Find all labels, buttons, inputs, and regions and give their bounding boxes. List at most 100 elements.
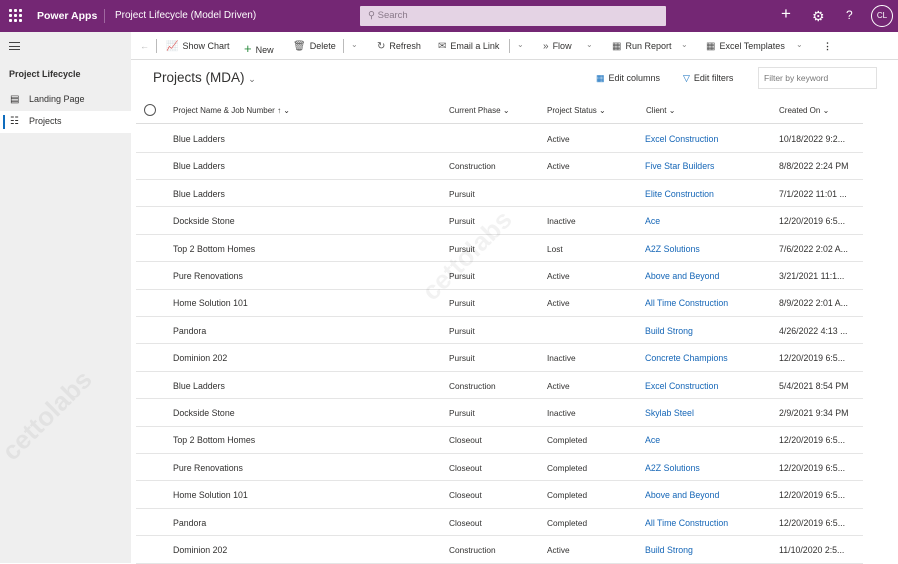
column-header-project-status[interactable]: Project Status ⌄ [547, 106, 606, 115]
flow-label: Flow [552, 41, 572, 51]
flow-button[interactable]: » Flow [543, 41, 572, 52]
project-name[interactable]: Dominion 202 [173, 353, 227, 363]
created-on: 12/20/2019 6:5... [779, 216, 846, 227]
back-icon[interactable]: ← [140, 41, 149, 51]
column-header-project-name[interactable]: Project Name & Job Number ↑ ⌄ [173, 106, 290, 115]
delete-button[interactable]: 🗑 Delete [293, 41, 336, 52]
client-link[interactable]: All Time Construction [645, 298, 728, 308]
new-button[interactable]: + New [244, 41, 274, 56]
client-link[interactable]: Ace [645, 435, 660, 445]
project-name[interactable]: Pure Renovations [173, 463, 243, 473]
project-name[interactable]: Top 2 Bottom Homes [173, 435, 255, 445]
table-row[interactable]: Dominion 202 Construction Active Build Stro… [136, 536, 863, 564]
page-title: Projects (MDA) [153, 70, 245, 85]
project-name[interactable]: Home Solution 101 [173, 490, 248, 500]
client-link[interactable]: A2Z Solutions [645, 244, 700, 254]
created-on: 3/21/2021 11:1... [779, 271, 845, 281]
grid-header: Project Name & Job Number ↑ ⌄ Current Ph… [136, 98, 863, 124]
column-header-created-on[interactable]: Created On ⌄ [779, 106, 829, 115]
project-status: Inactive [547, 216, 576, 227]
client-link[interactable]: Build Strong [645, 326, 693, 336]
current-phase: Closeout [449, 490, 482, 501]
project-name[interactable]: Blue Ladders [173, 134, 225, 144]
table-row[interactable]: Blue Ladders Construction Active Excel Cons… [136, 372, 863, 400]
plus-icon[interactable]: + [781, 4, 791, 24]
view-selector[interactable]: Projects (MDA) ⌄ [153, 70, 256, 85]
table-row[interactable]: Blue Ladders Construction Active Five Star … [136, 152, 863, 180]
show-chart-button[interactable]: 📈 Show Chart [166, 41, 229, 52]
chevron-down-icon[interactable]: ⌄ [586, 40, 593, 49]
client-link[interactable]: Elite Construction [645, 189, 714, 199]
hamburger-icon[interactable] [9, 42, 20, 53]
help-icon[interactable]: ? [846, 8, 853, 22]
project-name[interactable]: Pandora [173, 326, 206, 336]
project-name[interactable]: Dockside Stone [173, 216, 235, 226]
project-name[interactable]: Blue Ladders [173, 161, 225, 171]
client-link[interactable]: Excel Construction [645, 381, 718, 391]
brand-name[interactable]: Power Apps [37, 10, 97, 22]
client-link[interactable]: Ace [645, 216, 660, 226]
table-row[interactable]: Blue Ladders Active Excel Construction 10/1… [136, 125, 863, 153]
gear-icon[interactable]: ⚙ [812, 8, 825, 25]
client-link[interactable]: Skylab Steel [645, 408, 694, 418]
filter-keyword-input[interactable]: Filter by keyword [758, 67, 877, 89]
table-row[interactable]: Pure Renovations Pursuit Active Above and B… [136, 262, 863, 290]
table-row[interactable]: Dominion 202 Pursuit Inactive Concrete Cham… [136, 344, 863, 372]
refresh-button[interactable]: ↻ Refresh [377, 41, 421, 52]
app-title[interactable]: Project Lifecycle (Model Driven) [115, 10, 256, 21]
project-status: Inactive [547, 353, 576, 364]
table-row[interactable]: Dockside Stone Pursuit Inactive Skylab Stee… [136, 399, 863, 427]
email-link-button[interactable]: ✉ Email a Link [438, 41, 499, 52]
search-input[interactable]: ⚲ Search [360, 6, 666, 26]
table-row[interactable]: Pure Renovations Closeout Completed A2Z Sol… [136, 454, 863, 482]
column-label: Client [646, 106, 667, 115]
edit-columns-button[interactable]: ▦ Edit columns [596, 73, 660, 84]
project-name[interactable]: Dominion 202 [173, 545, 227, 555]
table-row[interactable]: Home Solution 101 Pursuit Active All Time C… [136, 289, 863, 317]
excel-templates-button[interactable]: ▦ Excel Templates [706, 41, 785, 52]
client-link[interactable]: Five Star Builders [645, 161, 714, 171]
project-name[interactable]: Pandora [173, 518, 206, 528]
chevron-down-icon[interactable]: ⌄ [796, 40, 803, 49]
client-link[interactable]: Above and Beyond [645, 271, 719, 281]
project-status: Inactive [547, 408, 576, 418]
project-name[interactable]: Top 2 Bottom Homes [173, 244, 255, 254]
client-link[interactable]: Above and Beyond [645, 490, 719, 500]
current-phase: Pursuit [449, 298, 475, 309]
client-link[interactable]: A2Z Solutions [645, 463, 700, 473]
chevron-down-icon[interactable]: ⌄ [351, 40, 358, 49]
column-header-client[interactable]: Client ⌄ [646, 106, 675, 115]
client-link[interactable]: Build Strong [645, 545, 693, 555]
client-link[interactable]: Excel Construction [645, 134, 718, 144]
client-link[interactable]: All Time Construction [645, 518, 728, 528]
client-link[interactable]: Concrete Champions [645, 353, 728, 363]
more-icon[interactable]: ⋮ [823, 41, 832, 52]
sidebar-item-projects[interactable]: ☷ Projects [0, 111, 131, 133]
project-name[interactable]: Pure Renovations [173, 271, 243, 281]
project-name[interactable]: Blue Ladders [173, 381, 225, 391]
sidebar: Project Lifecycle ▤ Landing Page ☷ Project… [0, 32, 131, 563]
divider [343, 39, 344, 53]
project-status: Completed [547, 517, 588, 528]
project-name[interactable]: Home Solution 101 [173, 298, 248, 308]
table-row[interactable]: Top 2 Bottom Homes Closeout Completed Ace 12… [136, 426, 863, 454]
table-row[interactable]: Pandora Pursuit Build Strong 4/26/2022 4:13… [136, 317, 863, 345]
table-row[interactable]: Pandora Closeout Completed All Time Constru… [136, 509, 863, 537]
chevron-down-icon[interactable]: ⌄ [517, 40, 524, 49]
sidebar-item-landing-page[interactable]: ▤ Landing Page [0, 89, 131, 111]
project-name[interactable]: Blue Ladders [173, 189, 225, 199]
current-phase: Construction [449, 545, 496, 555]
chart-icon: 📈 [166, 41, 179, 52]
chevron-down-icon[interactable]: ⌄ [681, 40, 688, 49]
show-chart-label: Show Chart [182, 41, 230, 51]
project-name[interactable]: Dockside Stone [173, 408, 235, 418]
select-all-checkbox[interactable] [144, 104, 156, 116]
avatar[interactable]: CL [871, 5, 893, 27]
column-header-current-phase[interactable]: Current Phase ⌄ [449, 106, 510, 115]
edit-filters-button[interactable]: ▽ Edit filters [683, 73, 733, 84]
table-row[interactable]: Home Solution 101 Closeout Completed Above … [136, 481, 863, 509]
waffle-icon[interactable] [9, 9, 22, 22]
table-row[interactable]: Blue Ladders Pursuit Elite Construction 7/1… [136, 180, 863, 208]
run-report-button[interactable]: ▦ Run Report [612, 41, 671, 52]
chevron-down-icon: ⌄ [599, 106, 606, 115]
